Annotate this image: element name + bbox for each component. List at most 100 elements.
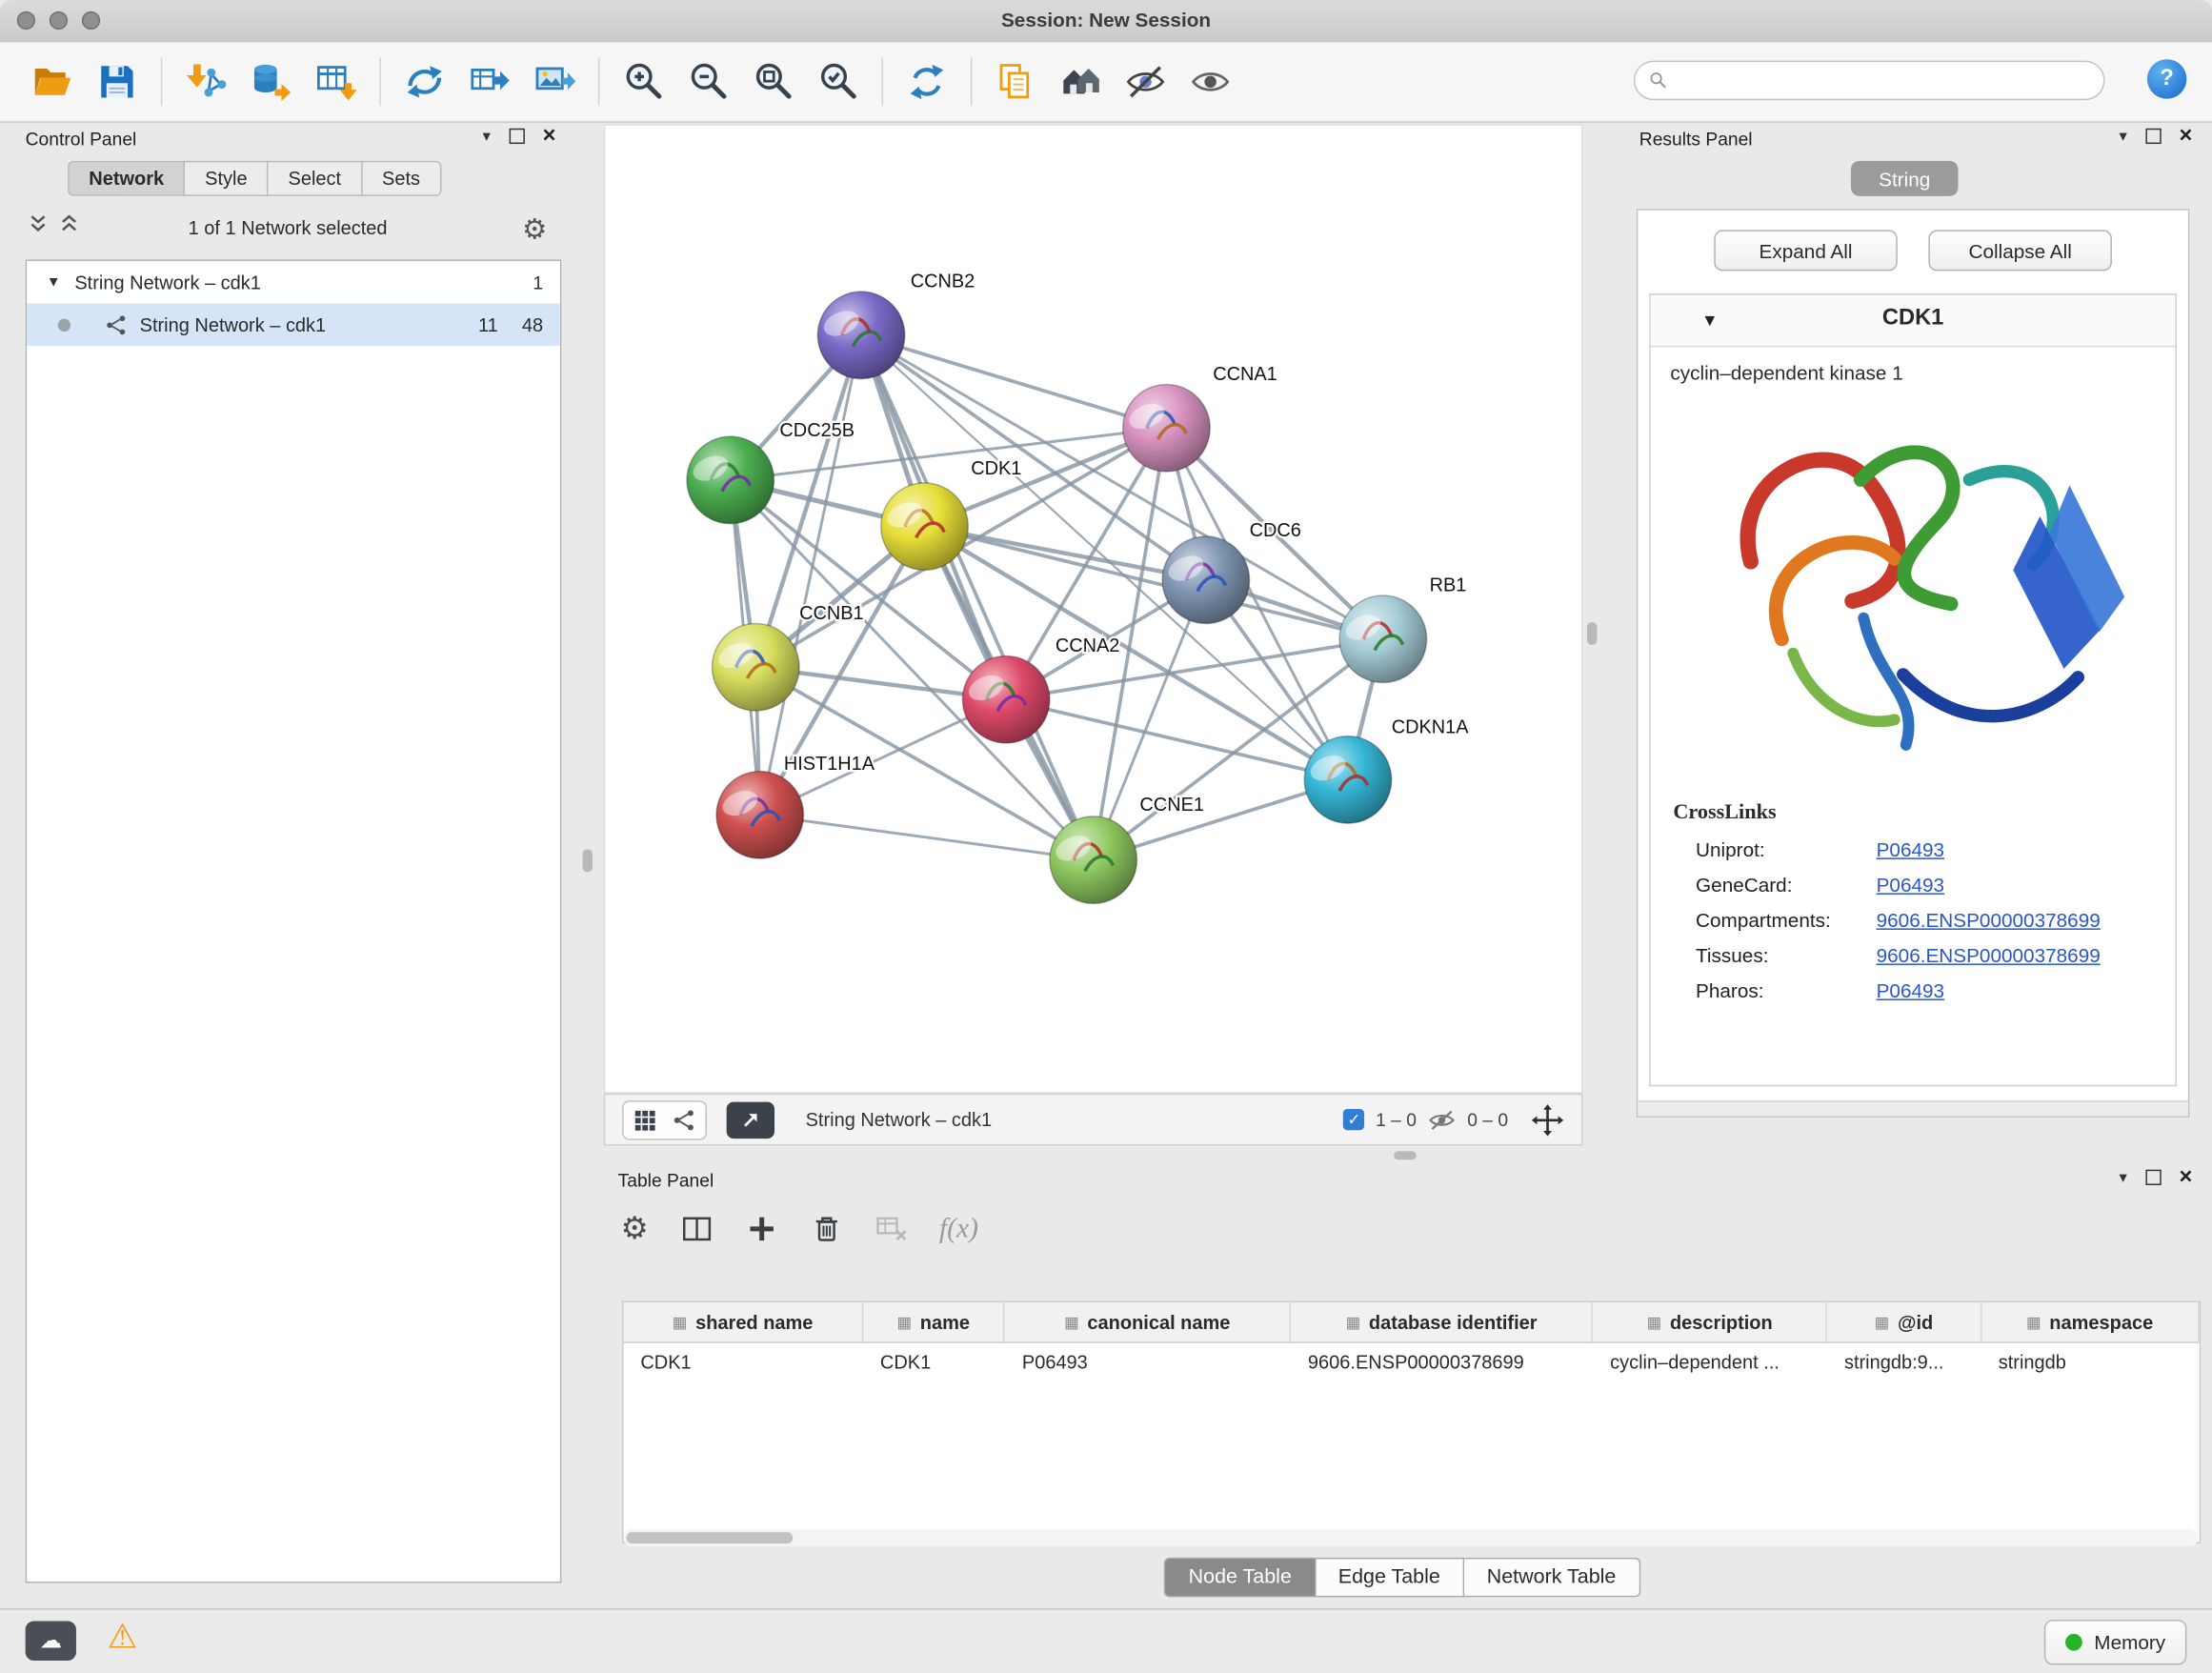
tab-string[interactable]: String (1851, 161, 1959, 196)
function-builder-icon[interactable]: f(x) (939, 1213, 978, 1245)
string-results-box: Expand All Collapse All ▼ CDK1 cyclin–de… (1637, 209, 2190, 1118)
memory-button[interactable]: Memory (2044, 1620, 2186, 1664)
vertical-splitter-handle[interactable] (1587, 622, 1597, 645)
export-image-button[interactable] (522, 50, 587, 114)
show-columns-icon[interactable] (679, 1212, 714, 1246)
pan-move-icon[interactable] (1531, 1102, 1565, 1137)
add-column-icon[interactable] (745, 1212, 779, 1246)
scrollbar-thumb[interactable] (627, 1532, 794, 1543)
edge-CCNB2-HIST1H1A[interactable] (760, 335, 861, 816)
edge-HIST1H1A-CCNE1[interactable] (760, 815, 1094, 859)
crosslink-uniprot-link[interactable]: P06493 (1877, 838, 1944, 861)
copy-document-icon (995, 61, 1036, 103)
crosslink-tissues-link[interactable]: 9606.ENSP00000378699 (1877, 944, 2101, 967)
panel-close-icon[interactable]: × (2179, 128, 2192, 145)
new-network-button[interactable] (392, 50, 457, 114)
column-header-name[interactable]: ▦name (863, 1302, 1005, 1341)
grid-view-icon[interactable] (632, 1107, 657, 1133)
panel-float-icon[interactable] (509, 129, 524, 144)
node-CCNA1[interactable] (1123, 384, 1211, 472)
column-header-shared-name[interactable]: ▦shared name (624, 1302, 864, 1341)
tab-network[interactable]: Network (68, 161, 184, 196)
panel-float-icon[interactable] (2145, 1170, 2161, 1185)
node-CDC25B[interactable] (687, 436, 774, 524)
tab-network-table[interactable]: Network Table (1464, 1558, 1640, 1597)
panel-menu-icon[interactable]: ▾ (2119, 127, 2126, 145)
tab-edge-table[interactable]: Edge Table (1316, 1558, 1464, 1597)
panel-close-icon[interactable]: × (2179, 1169, 2192, 1186)
tab-style[interactable]: Style (184, 161, 267, 196)
table-toolbar: ⚙ f(x) (621, 1211, 978, 1248)
panel-close-icon[interactable]: × (543, 128, 556, 145)
tab-node-table[interactable]: Node Table (1164, 1558, 1316, 1597)
node-CDK1[interactable] (881, 483, 969, 571)
export-network-button[interactable] (457, 50, 522, 114)
vertical-splitter-handle[interactable] (583, 850, 593, 873)
zoom-fit-content-button[interactable] (740, 50, 805, 114)
copy-document-button[interactable] (983, 50, 1048, 114)
crosslink-genecard-link[interactable]: P06493 (1877, 874, 1944, 897)
table-horizontal-scrollbar[interactable] (624, 1529, 2199, 1546)
node-CCNA2[interactable] (962, 655, 1050, 743)
save-session-icon (96, 61, 138, 103)
import-network-from-file-button[interactable] (173, 50, 238, 114)
cloud-status-button[interactable]: ☁ (26, 1622, 76, 1661)
zoom-in-button[interactable] (611, 50, 675, 114)
table-row[interactable]: CDK1CDK1P064939606.ENSP00000378699cyclin… (624, 1343, 2200, 1381)
network-canvas[interactable]: CCNB2CCNA1CDC25BCDK1CDC6RB1CCNB1CCNA2CDK… (604, 124, 1583, 1093)
column-header-description[interactable]: ▦description (1593, 1302, 1827, 1341)
import-table-from-file-button[interactable] (303, 50, 368, 114)
save-session-button[interactable] (85, 50, 150, 114)
network-options-gear-icon[interactable]: ⚙ (522, 212, 548, 247)
column-header-label: namespace (2049, 1311, 2153, 1332)
horizontal-splitter-handle[interactable] (1394, 1151, 1417, 1159)
zoom-out-button[interactable] (675, 50, 740, 114)
show-all-networks-button[interactable] (1048, 50, 1113, 114)
column-header-canonical-name[interactable]: ▦canonical name (1005, 1302, 1291, 1341)
import-network-from-database-button[interactable] (238, 50, 303, 114)
node-RB1[interactable] (1339, 595, 1427, 683)
column-header-database-identifier[interactable]: ▦database identifier (1291, 1302, 1593, 1341)
search-input[interactable] (1678, 69, 2103, 92)
gene-section-header[interactable]: ▼ CDK1 (1651, 295, 2176, 348)
node-CCNB1[interactable] (713, 624, 800, 712)
hidden-eye-slash-icon[interactable] (1428, 1105, 1457, 1134)
column-header-id[interactable]: ▦@id (1827, 1302, 1981, 1341)
warning-icon[interactable]: ⚠ (108, 1617, 138, 1658)
network-row-selected[interactable]: String Network – cdk1 11 48 (27, 303, 560, 345)
network-collection-row[interactable]: ▼ String Network – cdk1 1 (27, 261, 560, 303)
hide-selected-button[interactable] (1113, 50, 1177, 114)
selected-checkbox-icon[interactable]: ✓ (1343, 1109, 1364, 1130)
node-HIST1H1A[interactable] (716, 772, 804, 859)
node-CDKN1A[interactable] (1304, 736, 1392, 824)
crosslink-pharos-link[interactable]: P06493 (1877, 979, 1944, 1002)
delete-column-icon[interactable] (810, 1212, 844, 1246)
zoom-selected-button[interactable] (806, 50, 871, 114)
node-CDC6[interactable] (1162, 536, 1250, 624)
panel-float-icon[interactable] (2145, 129, 2161, 144)
application-window: Session: New Session ? Control Panel ▾ ×… (0, 0, 2212, 1672)
collapse-all-button[interactable]: Collapse All (1928, 230, 2112, 271)
open-session-button[interactable] (20, 50, 85, 114)
tree-expand-icon[interactable]: ▼ (47, 274, 61, 290)
edge-CCNB2-CCNA1[interactable] (861, 335, 1166, 428)
column-header-namespace[interactable]: ▦namespace (1981, 1302, 2200, 1341)
help-button[interactable]: ? (2147, 59, 2186, 98)
tab-select[interactable]: Select (267, 161, 361, 196)
search-box[interactable] (1634, 61, 2105, 100)
node-CCNE1[interactable] (1050, 816, 1137, 904)
apply-layout-button[interactable] (895, 50, 959, 114)
show-hidden-button[interactable] (1178, 50, 1243, 114)
crosslink-compartments-link[interactable]: 9606.ENSP00000378699 (1877, 909, 2101, 932)
table-options-gear-icon[interactable]: ⚙ (621, 1211, 649, 1248)
edge-CCNB2-CCNE1[interactable] (861, 335, 1094, 860)
panel-menu-icon[interactable]: ▾ (483, 127, 491, 145)
node-CCNB2[interactable] (817, 292, 905, 379)
tab-sets[interactable]: Sets (361, 161, 441, 196)
network-view-icon[interactable] (672, 1107, 697, 1133)
panel-menu-icon[interactable]: ▾ (2119, 1168, 2126, 1186)
detach-view-button[interactable] (727, 1101, 774, 1139)
results-scrollbar[interactable] (1638, 1100, 2188, 1116)
edge-CCNA2-CDKN1A[interactable] (1006, 699, 1348, 779)
expand-all-button[interactable]: Expand All (1714, 230, 1898, 271)
